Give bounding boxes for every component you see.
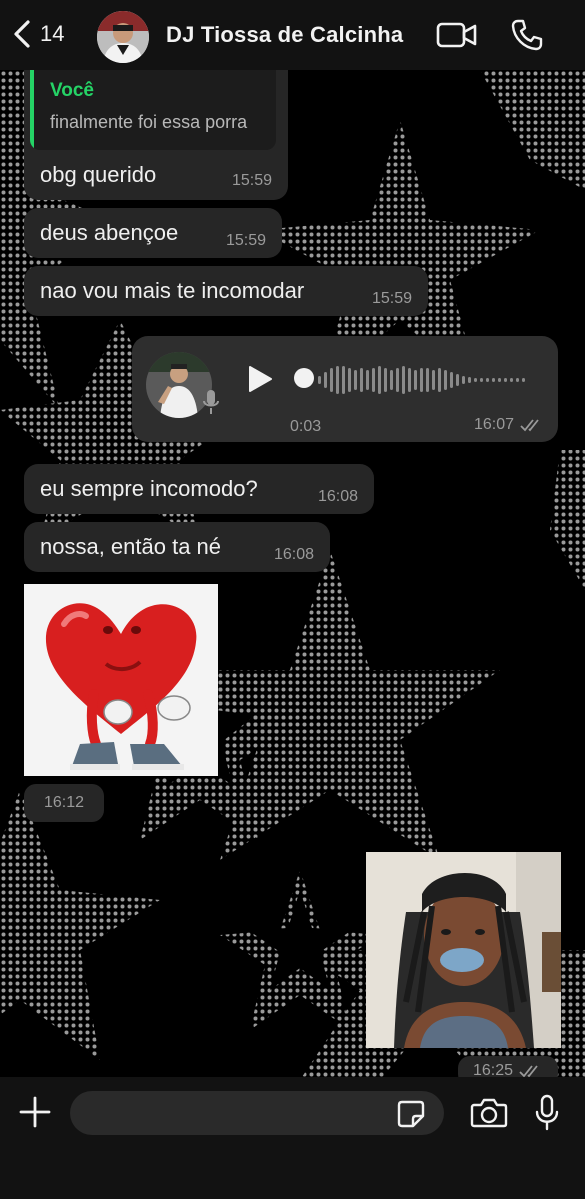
message-text: nao vou mais te incomodar (40, 278, 305, 303)
incoming-message[interactable]: nossa, então ta né 16:08 (24, 522, 330, 572)
message-input[interactable] (70, 1091, 444, 1135)
plus-icon[interactable] (18, 1095, 52, 1134)
playback-scrubber[interactable] (294, 368, 314, 388)
message-time-text: 16:07 (473, 416, 514, 433)
incoming-message[interactable]: Você finalmente foi essa porra obg queri… (24, 70, 288, 200)
video-thumbnail (366, 852, 561, 1048)
phone-icon[interactable] (510, 18, 544, 57)
contact-name[interactable]: DJ Tiossa de Calcinha (166, 22, 403, 48)
play-icon[interactable] (246, 364, 274, 400)
heart-character-sticker (24, 584, 218, 776)
audio-duration: 0:03 (290, 418, 322, 435)
message-time: 16:07 (474, 416, 544, 434)
message-time: 15:59 (225, 232, 266, 249)
incoming-message[interactable]: deus abençoe 15:59 (24, 208, 282, 258)
message-text: eu sempre incomodo? (40, 476, 258, 501)
message-time: 15:59 (231, 172, 272, 189)
message-time: 16:08 (317, 488, 358, 505)
composer-bar (0, 1077, 585, 1199)
quoted-author: Você (50, 80, 95, 101)
chat-header: 14 DJ Tiossa de Calcinha (0, 0, 585, 70)
incoming-message[interactable]: nao vou mais te incomodar 15:59 (24, 266, 428, 316)
audio-waveform[interactable] (318, 360, 534, 400)
back-chevron-icon (14, 20, 30, 48)
message-text: deus abençoe (40, 220, 179, 245)
message-time: 16:08 (273, 546, 314, 563)
message-text: obg querido (40, 162, 157, 187)
back-button[interactable]: 14 (10, 18, 64, 50)
outgoing-video-message[interactable] (366, 852, 561, 1048)
video-call-icon[interactable] (436, 20, 478, 55)
message-text: nossa, então ta né (40, 534, 222, 559)
quoted-text: finalmente foi essa porra (50, 112, 248, 132)
contact-avatar[interactable] (97, 11, 149, 63)
unread-count: 14 (40, 21, 65, 46)
microphone-icon (202, 388, 220, 422)
read-receipt-icon (519, 1065, 538, 1078)
message-time: 16:12 (24, 784, 104, 822)
read-receipt-icon (520, 419, 539, 432)
quote-accent-bar (30, 70, 34, 150)
microphone-icon[interactable] (534, 1094, 560, 1137)
quoted-message[interactable]: Você finalmente foi essa porra (30, 70, 276, 150)
message-time: 15:59 (371, 290, 412, 307)
sticker-icon[interactable] (396, 1099, 426, 1134)
incoming-message[interactable]: eu sempre incomodo? 16:08 (24, 464, 374, 514)
sticker-message[interactable] (24, 584, 218, 776)
outgoing-audio-message[interactable]: 0:03 16:07 (132, 336, 558, 442)
camera-icon[interactable] (470, 1097, 508, 1134)
